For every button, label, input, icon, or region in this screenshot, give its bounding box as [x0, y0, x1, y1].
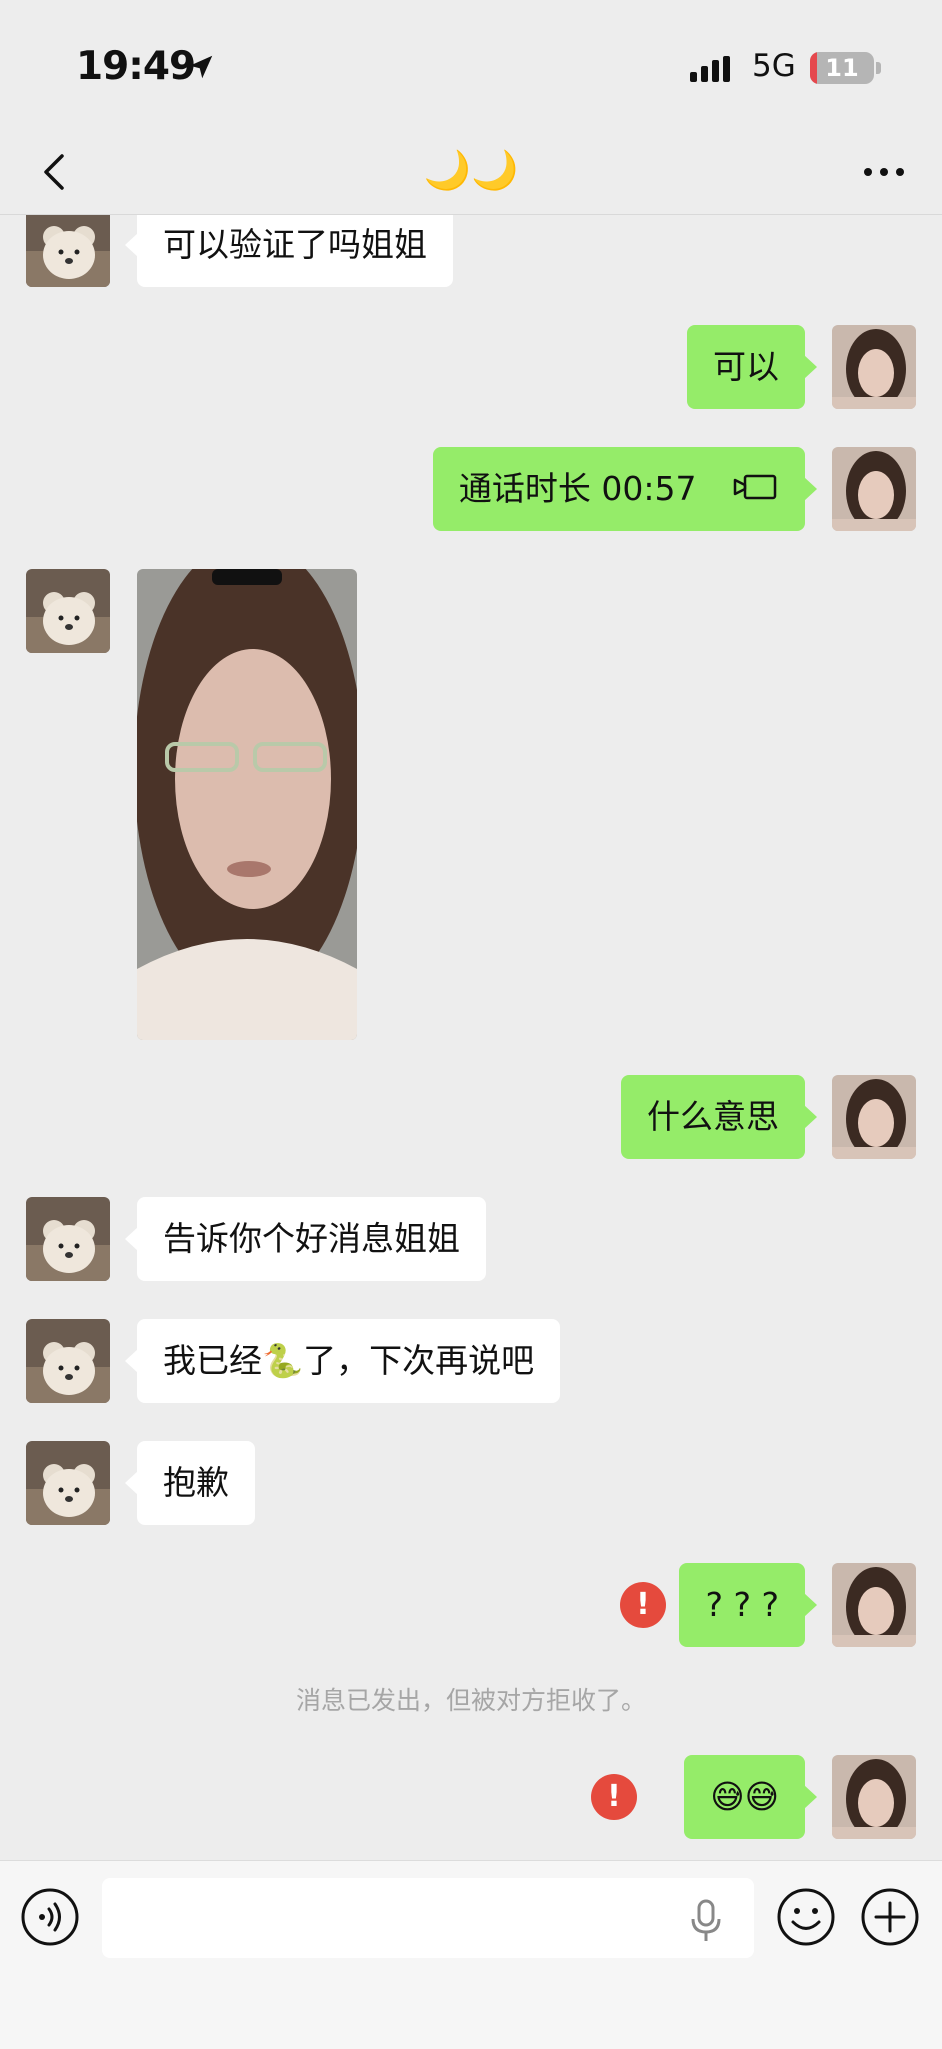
battery-cap	[876, 62, 881, 74]
emoji-button[interactable]	[776, 1887, 836, 1947]
message-bubble[interactable]: ? ? ?	[679, 1563, 817, 1647]
message-bubble[interactable]: 什么意思	[621, 1075, 817, 1159]
voice-icon	[21, 1888, 79, 1946]
contact-avatar[interactable]	[26, 1441, 110, 1525]
message-bubble[interactable]: 可以	[687, 325, 817, 409]
message-bubble[interactable]: 可以验证了吗姐姐	[125, 215, 453, 287]
video-call-icon	[733, 449, 779, 533]
mic-icon[interactable]	[688, 1899, 724, 1947]
call-record-bubble[interactable]: 通话时长 00:57	[432, 447, 818, 533]
user-avatar[interactable]	[832, 447, 916, 531]
user-avatar[interactable]	[832, 325, 916, 409]
chat-title: 🌙🌙	[423, 148, 519, 192]
contact-avatar[interactable]	[26, 1319, 110, 1403]
message-bubble[interactable]: 告诉你个好消息姐姐	[125, 1197, 486, 1281]
message-bubble[interactable]: 😅😅	[684, 1755, 817, 1839]
network-type: 5G	[752, 48, 796, 84]
message-input[interactable]	[102, 1878, 754, 1958]
message-bubble[interactable]: 抱歉	[125, 1441, 255, 1525]
voice-input-button[interactable]	[20, 1887, 80, 1947]
chat-header: 🌙🌙	[0, 130, 942, 215]
image-message[interactable]	[137, 569, 357, 1040]
message-bubble[interactable]: 我已经🐍了，下次再说吧	[124, 1319, 561, 1403]
status-time: 19:49	[76, 44, 196, 89]
user-avatar[interactable]	[832, 1075, 916, 1159]
contact-avatar[interactable]	[26, 569, 110, 653]
battery-icon: 11	[810, 52, 874, 84]
user-avatar[interactable]	[832, 1563, 916, 1647]
send-failed-icon[interactable]: !	[591, 1774, 637, 1820]
more-button[interactable]	[854, 146, 914, 198]
location-arrow-icon	[186, 52, 216, 86]
contact-avatar[interactable]	[26, 215, 110, 287]
contact-avatar[interactable]	[26, 1197, 110, 1281]
more-functions-button[interactable]	[860, 1887, 920, 1947]
message-list[interactable]: 可以验证了吗姐姐 可以 通话时长 00:57 什么意思 告诉你个好消息姐姐 我已…	[0, 215, 942, 1860]
send-failed-icon[interactable]: !	[620, 1582, 666, 1628]
signal-icon	[690, 56, 736, 88]
user-avatar[interactable]	[832, 1755, 916, 1839]
more-dots-icon	[864, 168, 904, 176]
status-bar: 19:49 5G 11	[0, 0, 942, 130]
battery-level: 11	[825, 54, 859, 82]
emoji-icon	[777, 1888, 835, 1946]
call-duration-text: 通话时长 00:57	[458, 469, 697, 508]
input-bar	[0, 1860, 942, 2049]
plus-icon	[861, 1888, 919, 1946]
system-notice: 消息已发出，但被对方拒收了。	[295, 1686, 646, 1715]
